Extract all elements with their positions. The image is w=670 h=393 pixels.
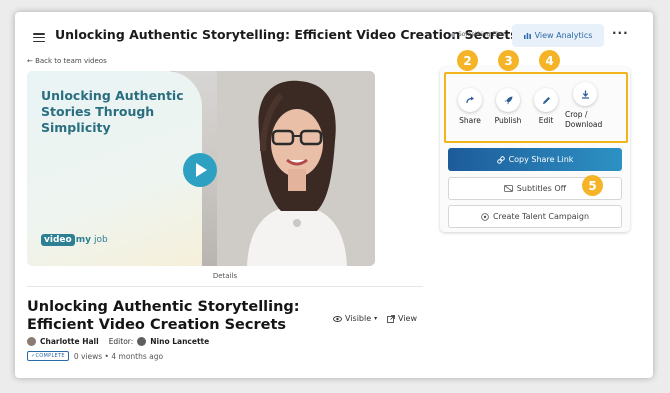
status-dot-icon — [451, 32, 455, 37]
edit-button[interactable]: Edit — [524, 88, 568, 125]
step-4-badge: 4 — [539, 50, 560, 71]
download-icon — [573, 82, 597, 106]
video-title-overlay: Unlocking Authentic Stories Through Simp… — [27, 71, 202, 266]
back-to-team-videos-link[interactable]: ← Back to team videos — [27, 57, 107, 65]
editor-avatar — [137, 337, 147, 346]
pencil-icon — [534, 88, 558, 112]
copy-share-link-label: Copy Share Link — [508, 155, 574, 164]
view-analytics-button[interactable]: View Analytics — [512, 24, 604, 47]
workspace-label[interactable]: Something Else — [451, 31, 505, 38]
logo-video: video — [41, 234, 75, 246]
divider — [27, 286, 423, 287]
subtitles-off-icon — [503, 185, 513, 192]
link-icon — [496, 155, 505, 164]
edit-label: Edit — [538, 116, 554, 125]
presenter-image — [217, 71, 375, 266]
status-badge: ✓COMPLETE — [27, 351, 69, 361]
editor-name: Nino Lancette — [150, 337, 210, 346]
view-analytics-label: View Analytics — [534, 31, 593, 40]
step-5-badge: 5 — [582, 175, 603, 196]
logo-my: my — [75, 235, 91, 245]
editor-label: Editor: — [108, 337, 134, 346]
crop-download-button[interactable]: Crop / Download — [563, 82, 607, 130]
workspace-name: Something Else — [458, 31, 505, 38]
status-text: COMPLETE — [35, 353, 65, 359]
app-window: Unlocking Authentic Storytelling: Effici… — [15, 12, 653, 378]
subtitles-label: Subtitles Off — [516, 184, 567, 193]
play-button-icon[interactable] — [183, 153, 217, 187]
caret-down-icon: ▾ — [374, 315, 378, 322]
video-player[interactable]: Unlocking Authentic Stories Through Simp… — [27, 71, 375, 266]
share-arrow-icon — [458, 88, 482, 112]
view-link[interactable]: View — [387, 314, 417, 323]
visibility-label: Visible — [345, 314, 372, 323]
view-label: View — [398, 314, 417, 323]
step-2-badge: 2 — [457, 50, 478, 71]
crop-download-label: Crop / Download — [565, 110, 603, 129]
author-name: Charlotte Hall — [40, 337, 99, 346]
view-stats: 0 views • 4 months ago — [73, 351, 164, 361]
meta-row: ✓COMPLETE 0 views • 4 months ago — [27, 351, 163, 361]
more-options-icon[interactable]: ··· — [612, 26, 629, 40]
hamburger-menu-icon[interactable] — [33, 33, 45, 43]
details-tab[interactable]: Details — [27, 272, 423, 280]
create-talent-campaign-label: Create Talent Campaign — [492, 212, 590, 221]
logo-job: job — [93, 235, 108, 245]
author-avatar — [27, 337, 36, 346]
credits-row: Charlotte Hall Editor: Nino Lancette — [27, 337, 209, 346]
create-talent-campaign-button[interactable]: Create Talent Campaign — [448, 205, 622, 228]
eye-icon — [333, 315, 342, 322]
overlay-title: Unlocking Authentic Stories Through Simp… — [41, 88, 184, 135]
target-icon — [481, 212, 489, 221]
bar-chart-icon — [523, 33, 531, 39]
step-3-badge: 3 — [498, 50, 519, 71]
copy-share-link-button[interactable]: Copy Share Link — [448, 148, 622, 171]
video-title: Unlocking Authentic Storytelling: Effici… — [27, 299, 300, 333]
visibility-dropdown[interactable]: Visible ▾ — [333, 314, 377, 323]
videomyjob-logo: video my job — [41, 234, 109, 246]
page-title: Unlocking Authentic Storytelling: Effici… — [55, 27, 518, 42]
rocket-icon — [496, 88, 520, 112]
external-link-icon — [387, 314, 395, 323]
